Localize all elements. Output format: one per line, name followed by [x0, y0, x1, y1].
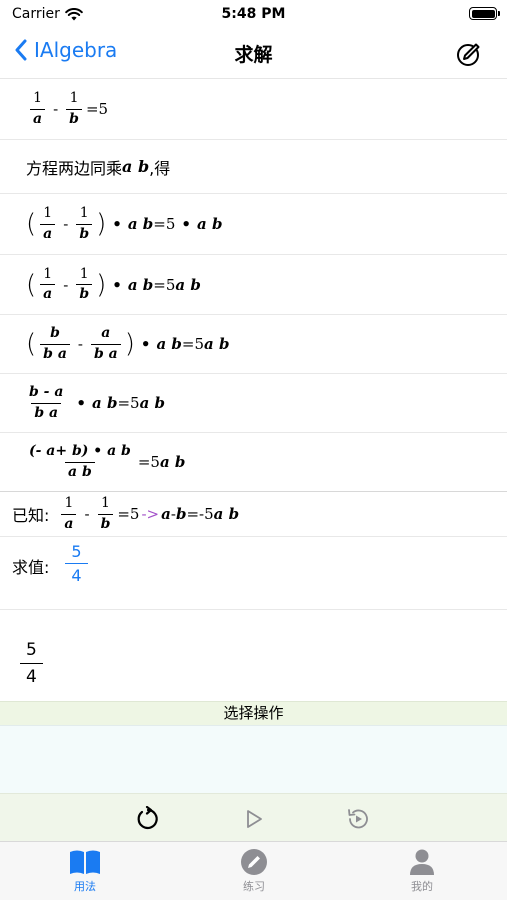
replay-icon[interactable]	[345, 806, 371, 832]
person-icon	[410, 849, 434, 875]
nav-bar: IAlgebra 求解	[0, 30, 507, 76]
fraction: 1a	[30, 90, 46, 127]
operation-header: 选择操作	[0, 701, 507, 725]
tab-bar: 用法 练习 我的	[0, 841, 507, 900]
compose-circle-icon[interactable]	[455, 40, 483, 68]
operation-panel[interactable]	[0, 725, 507, 793]
step-text: 方程两边同乘 a b ,得	[0, 140, 507, 194]
known-condition: 已知: 1a - 1b =5 -> a - b =-5 a b	[0, 491, 507, 537]
fraction: 1b	[66, 90, 82, 127]
tab-mine[interactable]: 我的	[362, 848, 482, 894]
step-common-denominator: ( bb a - ab a ) • a b =5 a b	[0, 315, 507, 374]
page-title: 求解	[234, 44, 273, 66]
solve-value[interactable]: 5 4	[65, 542, 88, 585]
implies-arrow: ->	[141, 505, 160, 523]
status-time: 5:48 PM	[221, 6, 286, 22]
tab-label: 练习	[243, 880, 265, 893]
status-bar: Carrier 5:48 PM	[0, 0, 507, 30]
playback-controls	[0, 793, 507, 841]
tab-practice[interactable]: 练习	[194, 848, 314, 894]
step-combine: b - ab a • a b =5 a b	[0, 374, 507, 433]
rotate-icon[interactable]	[135, 806, 161, 832]
solve-target: 求值: 5 4	[0, 538, 507, 610]
step-multiply: ( 1a - 1b ) • a b =5 • a b	[0, 194, 507, 255]
tab-usage[interactable]: 用法	[25, 848, 145, 894]
solve-label: 求值:	[12, 558, 50, 577]
step-simplify-1: ( 1a - 1b ) • a b =5 a b	[0, 255, 507, 315]
tab-label: 我的	[411, 880, 433, 893]
tab-label: 用法	[74, 880, 96, 893]
known-label: 已知:	[12, 506, 50, 525]
step-equation: 1a - 1b =5	[0, 79, 507, 140]
result-fraction: 5 4	[20, 640, 43, 688]
battery-icon	[469, 7, 500, 20]
step-expand: (- a+ b) • a ba b =5 a b	[29, 443, 186, 480]
solution-steps: 1a - 1b =5 方程两边同乘 a b ,得 ( 1a - 1b ) • a b…	[0, 78, 507, 490]
book-icon	[70, 850, 100, 874]
play-icon[interactable]	[241, 806, 267, 832]
pencil-circle-icon	[241, 849, 267, 875]
